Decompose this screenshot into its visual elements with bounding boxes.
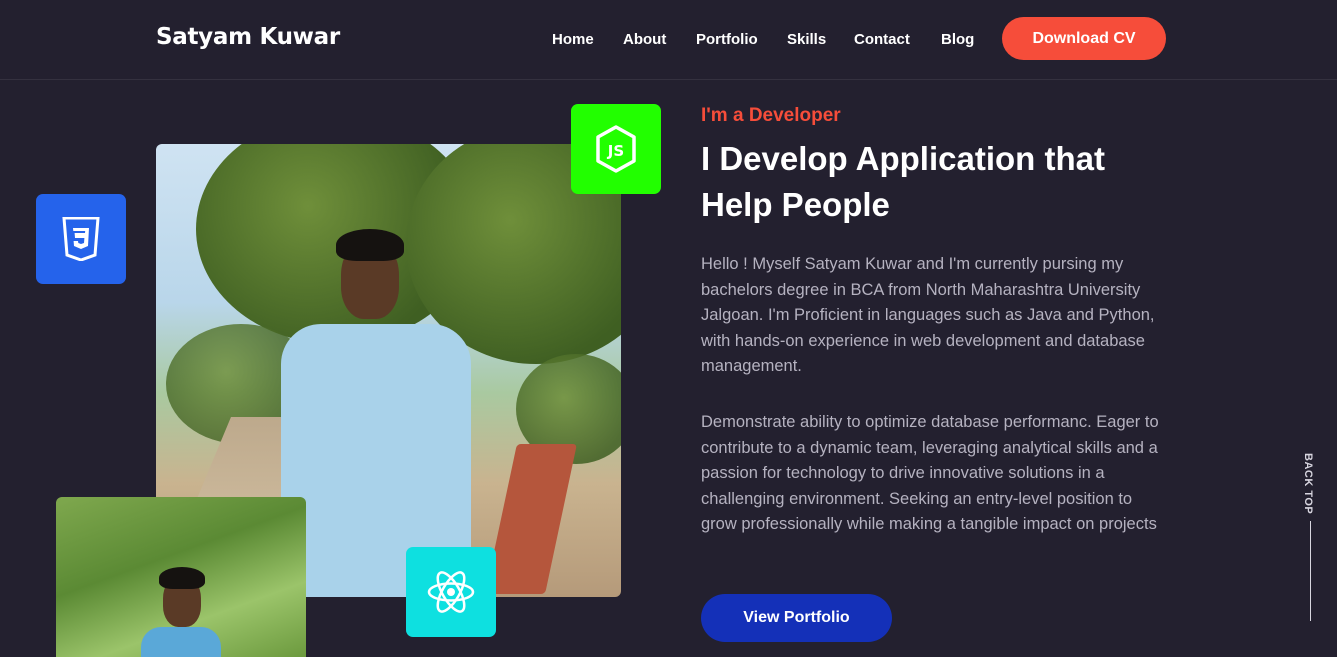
download-cv-button[interactable]: Download CV <box>1002 17 1166 60</box>
site-header: Satyam Kuwar Home About Portfolio Skills… <box>0 0 1337 80</box>
nav-home[interactable]: Home <box>552 31 594 48</box>
svg-text:JS: JS <box>607 142 624 160</box>
site-logo[interactable]: Satyam Kuwar <box>156 24 340 50</box>
nav-about[interactable]: About <box>623 31 666 48</box>
back-to-top-label: BACK TOP <box>1302 453 1314 515</box>
hero-headline: I Develop Application that Help People <box>701 140 1105 223</box>
secondary-photo <box>56 497 306 657</box>
react-icon <box>406 547 496 637</box>
back-to-top-link[interactable]: BACK TOP <box>1302 453 1316 623</box>
nav-portfolio[interactable]: Portfolio <box>696 31 758 48</box>
hero-objective-paragraph: Demonstrate ability to optimize database… <box>701 413 1159 533</box>
hero-intro-paragraph: Hello ! Myself Satyam Kuwar and I'm curr… <box>701 255 1155 375</box>
nodejs-icon: JS <box>571 104 661 194</box>
nav-skills[interactable]: Skills <box>787 31 826 48</box>
hero-tagline: I'm a Developer <box>701 105 841 126</box>
nav-contact[interactable]: Contact <box>854 31 910 48</box>
nav-blog[interactable]: Blog <box>941 31 974 48</box>
view-portfolio-button[interactable]: View Portfolio <box>701 594 892 642</box>
back-to-top-line <box>1310 521 1311 621</box>
css3-icon <box>36 194 126 284</box>
